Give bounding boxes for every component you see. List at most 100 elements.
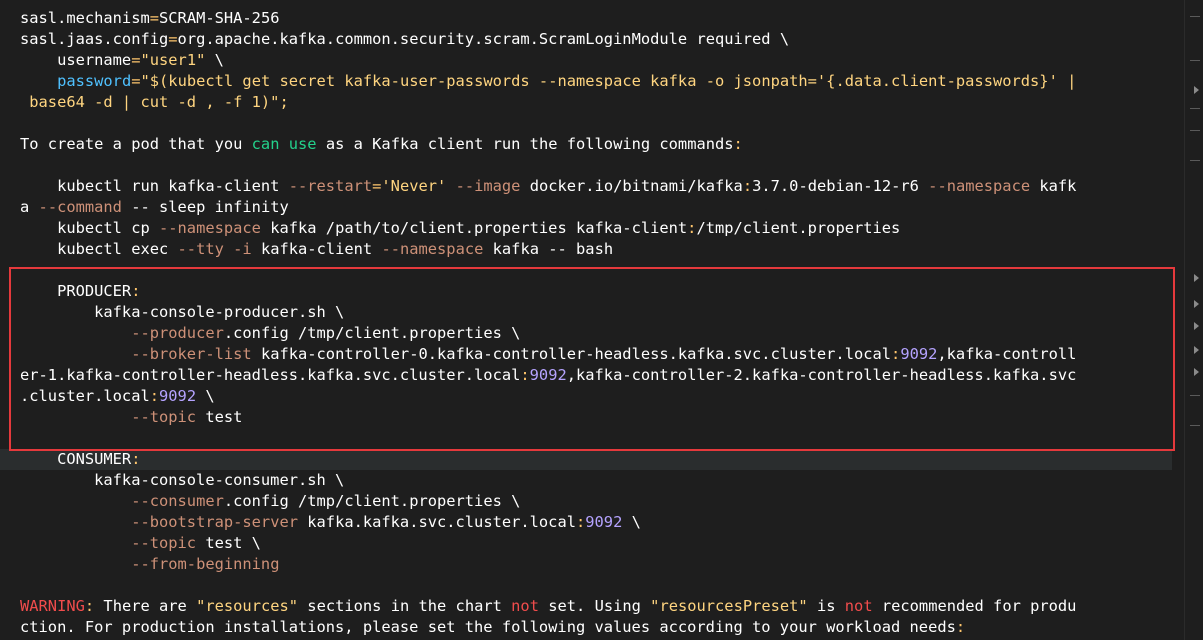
chevron-right-icon — [1194, 86, 1199, 94]
terminal-token: 9092 — [900, 345, 938, 363]
terminal-token: --bootstrap-server — [131, 513, 298, 531]
terminal-token: kafk — [1030, 177, 1077, 195]
terminal-token: org.apache.kafka.common.security.scram.S… — [177, 30, 790, 48]
terminal-token: kafka-controller-0.kafka-controller-head… — [251, 345, 892, 363]
terminal-token: username — [20, 51, 132, 69]
terminal-line: --consumer.config /tmp/client.properties… — [20, 491, 1172, 512]
terminal-line: kafka-console-producer.sh \ — [20, 302, 1172, 323]
terminal-line: To create a pod that you can use as a Ka… — [20, 134, 1172, 155]
terminal-token: recommended for produ — [872, 597, 1077, 615]
terminal-token: = — [149, 9, 160, 27]
terminal-token: .config /tmp/client.properties \ — [223, 324, 521, 342]
terminal-line: username="user1" \ — [20, 50, 1172, 71]
terminal-token: = — [131, 72, 141, 90]
terminal-token: There are — [94, 597, 197, 615]
terminal-text: sasl.mechanism=SCRAM-SHA-256 sasl.jaas.co… — [0, 8, 1172, 638]
terminal-line: sasl.jaas.config=org.apache.kafka.common… — [20, 29, 1172, 50]
terminal-token: "resources" — [196, 597, 299, 615]
terminal-token: To create a pod that you — [20, 135, 252, 153]
terminal-line: a --command -- sleep infinity — [20, 197, 1172, 218]
terminal-token: -i — [233, 240, 252, 258]
terminal-line: kafka-console-consumer.sh \ — [20, 470, 1172, 491]
chevron-right-icon — [1194, 274, 1199, 282]
terminal-line: kubectl exec --tty -i kafka-client --nam… — [20, 239, 1172, 260]
terminal-token: 9092 — [585, 513, 623, 531]
scrollbar-rail[interactable] — [1184, 0, 1203, 640]
terminal-token: : — [131, 450, 141, 468]
terminal-token: : — [955, 618, 966, 636]
scroll-marker — [1190, 160, 1200, 161]
scroll-marker — [1190, 108, 1200, 109]
terminal-line: --bootstrap-server kafka.kafka.svc.clust… — [20, 512, 1172, 533]
terminal-token: -- sleep infinity — [121, 198, 289, 216]
terminal-token: : — [742, 177, 753, 195]
terminal-token: er-1.kafka-controller-headless.kafka.svc… — [20, 366, 521, 384]
terminal-token: set. Using — [538, 597, 651, 615]
terminal-token: --producer — [131, 324, 224, 342]
terminal-token: .cluster.local — [20, 387, 150, 405]
terminal-token: --namespace — [928, 177, 1031, 195]
terminal-token: use — [288, 135, 317, 153]
terminal-token: 'Never' — [381, 177, 447, 195]
terminal-line: kubectl cp --namespace kafka /path/to/cl… — [20, 218, 1172, 239]
chevron-right-icon — [1194, 322, 1199, 330]
terminal-token: "user1" — [140, 51, 206, 69]
terminal-line: --topic test — [20, 407, 1172, 428]
terminal-line: base64 -d | cut -d , -f 1)"; — [20, 92, 1172, 113]
terminal-token: : — [891, 345, 901, 363]
terminal-token: 3.7.0-debian-12-r6 — [752, 177, 929, 195]
terminal-token: --consumer — [131, 492, 224, 510]
terminal-token: as a Kafka client run the following comm… — [316, 135, 734, 153]
terminal-line: kubectl run kafka-client --restart='Neve… — [20, 176, 1172, 197]
terminal-token: : — [149, 387, 160, 405]
terminal-token: \ — [205, 51, 224, 69]
terminal-line: --from-beginning — [20, 554, 1172, 575]
terminal-token: can — [251, 135, 280, 153]
terminal-token: "resourcesPreset" — [650, 597, 808, 615]
terminal-line: sasl.mechanism=SCRAM-SHA-256 — [20, 8, 1172, 29]
terminal-token: kafka -- bash — [483, 240, 614, 258]
scroll-marker — [1190, 395, 1200, 396]
terminal-line: CONSUMER: — [0, 449, 1172, 470]
terminal-line: er-1.kafka-controller-headless.kafka.svc… — [20, 365, 1172, 386]
terminal-token: --tty — [177, 240, 224, 258]
terminal-token: kubectl cp — [20, 219, 159, 237]
terminal-token: "$(kubectl get secret kafka-user-passwor… — [140, 72, 1077, 90]
terminal-line: PRODUCER: — [20, 281, 1172, 302]
terminal-token: : — [733, 135, 743, 153]
terminal-token: /tmp/client.properties — [696, 219, 901, 237]
terminal-token: WARNING — [20, 597, 85, 615]
terminal-token: \ — [622, 513, 641, 531]
terminal-token: : — [131, 282, 141, 300]
terminal-token: \ — [196, 387, 215, 405]
terminal-token: password — [57, 72, 132, 90]
terminal-token: kubectl exec — [20, 240, 178, 258]
terminal-token: kubectl run kafka-client — [20, 177, 289, 195]
terminal-output: sasl.mechanism=SCRAM-SHA-256 sasl.jaas.co… — [0, 0, 1185, 640]
scroll-marker — [1190, 425, 1200, 426]
terminal-token: docker.io/bitnami/kafka — [520, 177, 743, 195]
terminal-token: test \ — [196, 534, 261, 552]
terminal-token: --topic — [131, 408, 197, 426]
terminal-token: sasl.jaas.config — [20, 30, 169, 48]
terminal-line: WARNING: There are "resources" sections … — [20, 596, 1172, 617]
terminal-line: --broker-list kafka-controller-0.kafka-c… — [20, 344, 1172, 365]
terminal-token: --topic — [131, 534, 197, 552]
terminal-token: 9092 — [159, 387, 197, 405]
scroll-marker — [1190, 60, 1200, 61]
terminal-token: kafka-client — [251, 240, 382, 258]
terminal-token: : — [84, 597, 95, 615]
terminal-token: --command — [38, 198, 122, 216]
terminal-token: = — [372, 177, 382, 195]
terminal-token: : — [575, 513, 586, 531]
terminal-token: --from-beginning — [131, 555, 280, 573]
